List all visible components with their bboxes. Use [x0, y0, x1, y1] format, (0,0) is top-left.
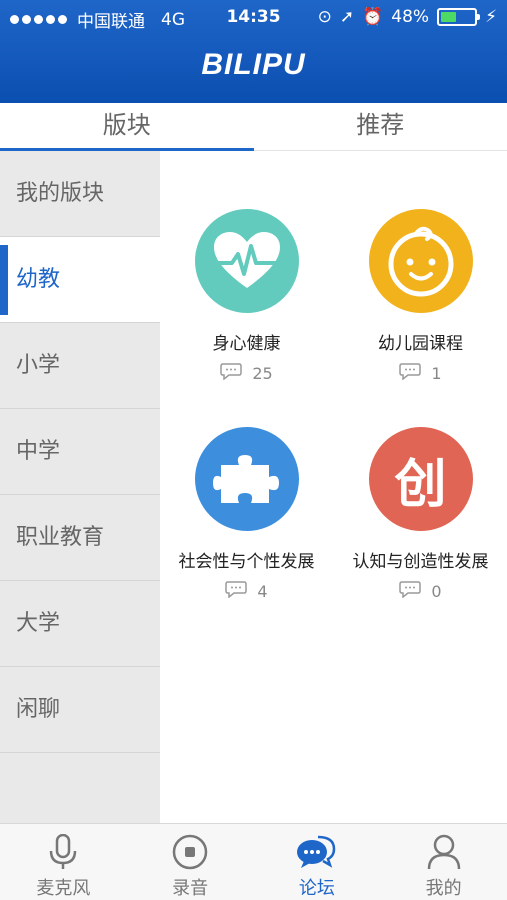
record-icon — [127, 824, 254, 870]
forum-title: 身心健康 — [212, 334, 281, 354]
forum-title: 社会性与个性发展 — [178, 552, 315, 572]
battery-icon — [437, 8, 481, 26]
comment-icon — [399, 362, 422, 384]
baby-face-icon — [368, 209, 473, 313]
sidebar-item-primary[interactable]: 小学 — [0, 323, 160, 409]
tab-label: 论坛 — [298, 878, 335, 899]
tab-recommended[interactable]: 推荐 — [254, 103, 507, 150]
charging-icon: ⚡ — [485, 7, 497, 27]
status-bar: 中国联通 4G 14:35 ⊙ ➚ ⏰ 48% ⚡ — [0, 0, 507, 36]
tab-me[interactable]: 我的 — [380, 824, 507, 900]
app-header: 中国联通 4G 14:35 ⊙ ➚ ⏰ 48% ⚡ BILIPU — [0, 0, 507, 103]
tab-label: 录音 — [172, 878, 209, 899]
location-icon: ➚ — [339, 7, 355, 27]
comment-icon — [220, 362, 243, 384]
puzzle-icon — [194, 427, 299, 531]
rotation-lock-icon: ⊙ — [317, 7, 332, 27]
tab-forum[interactable]: 论坛 — [254, 824, 381, 900]
tab-label: 麦克风 — [36, 878, 91, 899]
post-count: 1 — [431, 363, 442, 383]
chuang-icon: 创 — [368, 427, 473, 531]
forum-title: 幼儿园课程 — [378, 334, 463, 354]
forum-card[interactable]: 创 认知与创造性发展 0 — [334, 427, 507, 602]
tab-microphone[interactable]: 麦克风 — [0, 824, 127, 900]
chat-bubbles-icon — [254, 824, 381, 870]
top-tabs: 版块 推荐 — [0, 103, 507, 151]
sidebar-item-middle[interactable]: 中学 — [0, 409, 160, 495]
comment-icon — [399, 580, 422, 602]
forum-card[interactable]: 身心健康 25 — [160, 209, 333, 384]
post-count: 4 — [257, 581, 268, 601]
microphone-icon — [0, 824, 127, 870]
forum-title: 认知与创造性发展 — [352, 552, 489, 572]
forum-card[interactable]: 社会性与个性发展 4 — [160, 427, 333, 602]
sidebar-item-preschool[interactable]: 幼教 — [0, 237, 160, 323]
sidebar-item-my-sections[interactable]: 我的版块 — [0, 151, 160, 237]
sidebar-item-vocational[interactable]: 职业教育 — [0, 495, 160, 581]
post-count: 0 — [431, 581, 442, 601]
forum-card[interactable]: 幼儿园课程 1 — [334, 209, 507, 384]
comment-icon — [225, 580, 248, 602]
post-count: 25 — [252, 363, 273, 383]
tab-record[interactable]: 录音 — [127, 824, 254, 900]
battery-percent: 48% — [391, 7, 430, 27]
bottom-tab-bar: 麦克风 录音 论坛 我的 — [0, 823, 507, 900]
heart-pulse-icon — [194, 209, 299, 313]
sidebar-item-university[interactable]: 大学 — [0, 581, 160, 667]
sidebar: 我的版块 幼教 小学 中学 职业教育 大学 闲聊 — [0, 151, 160, 823]
forum-grid: 身心健康 25 幼儿园课程 1 社会性与个性发展 4 创 认知与创造性发展 0 — [160, 151, 507, 823]
tab-label: 我的 — [425, 878, 462, 899]
alarm-icon: ⏰ — [362, 7, 384, 27]
sidebar-item-chat[interactable]: 闲聊 — [0, 667, 160, 753]
app-logo: BILIPU — [201, 48, 306, 81]
person-icon — [380, 824, 507, 870]
tab-sections[interactable]: 版块 — [0, 103, 254, 151]
